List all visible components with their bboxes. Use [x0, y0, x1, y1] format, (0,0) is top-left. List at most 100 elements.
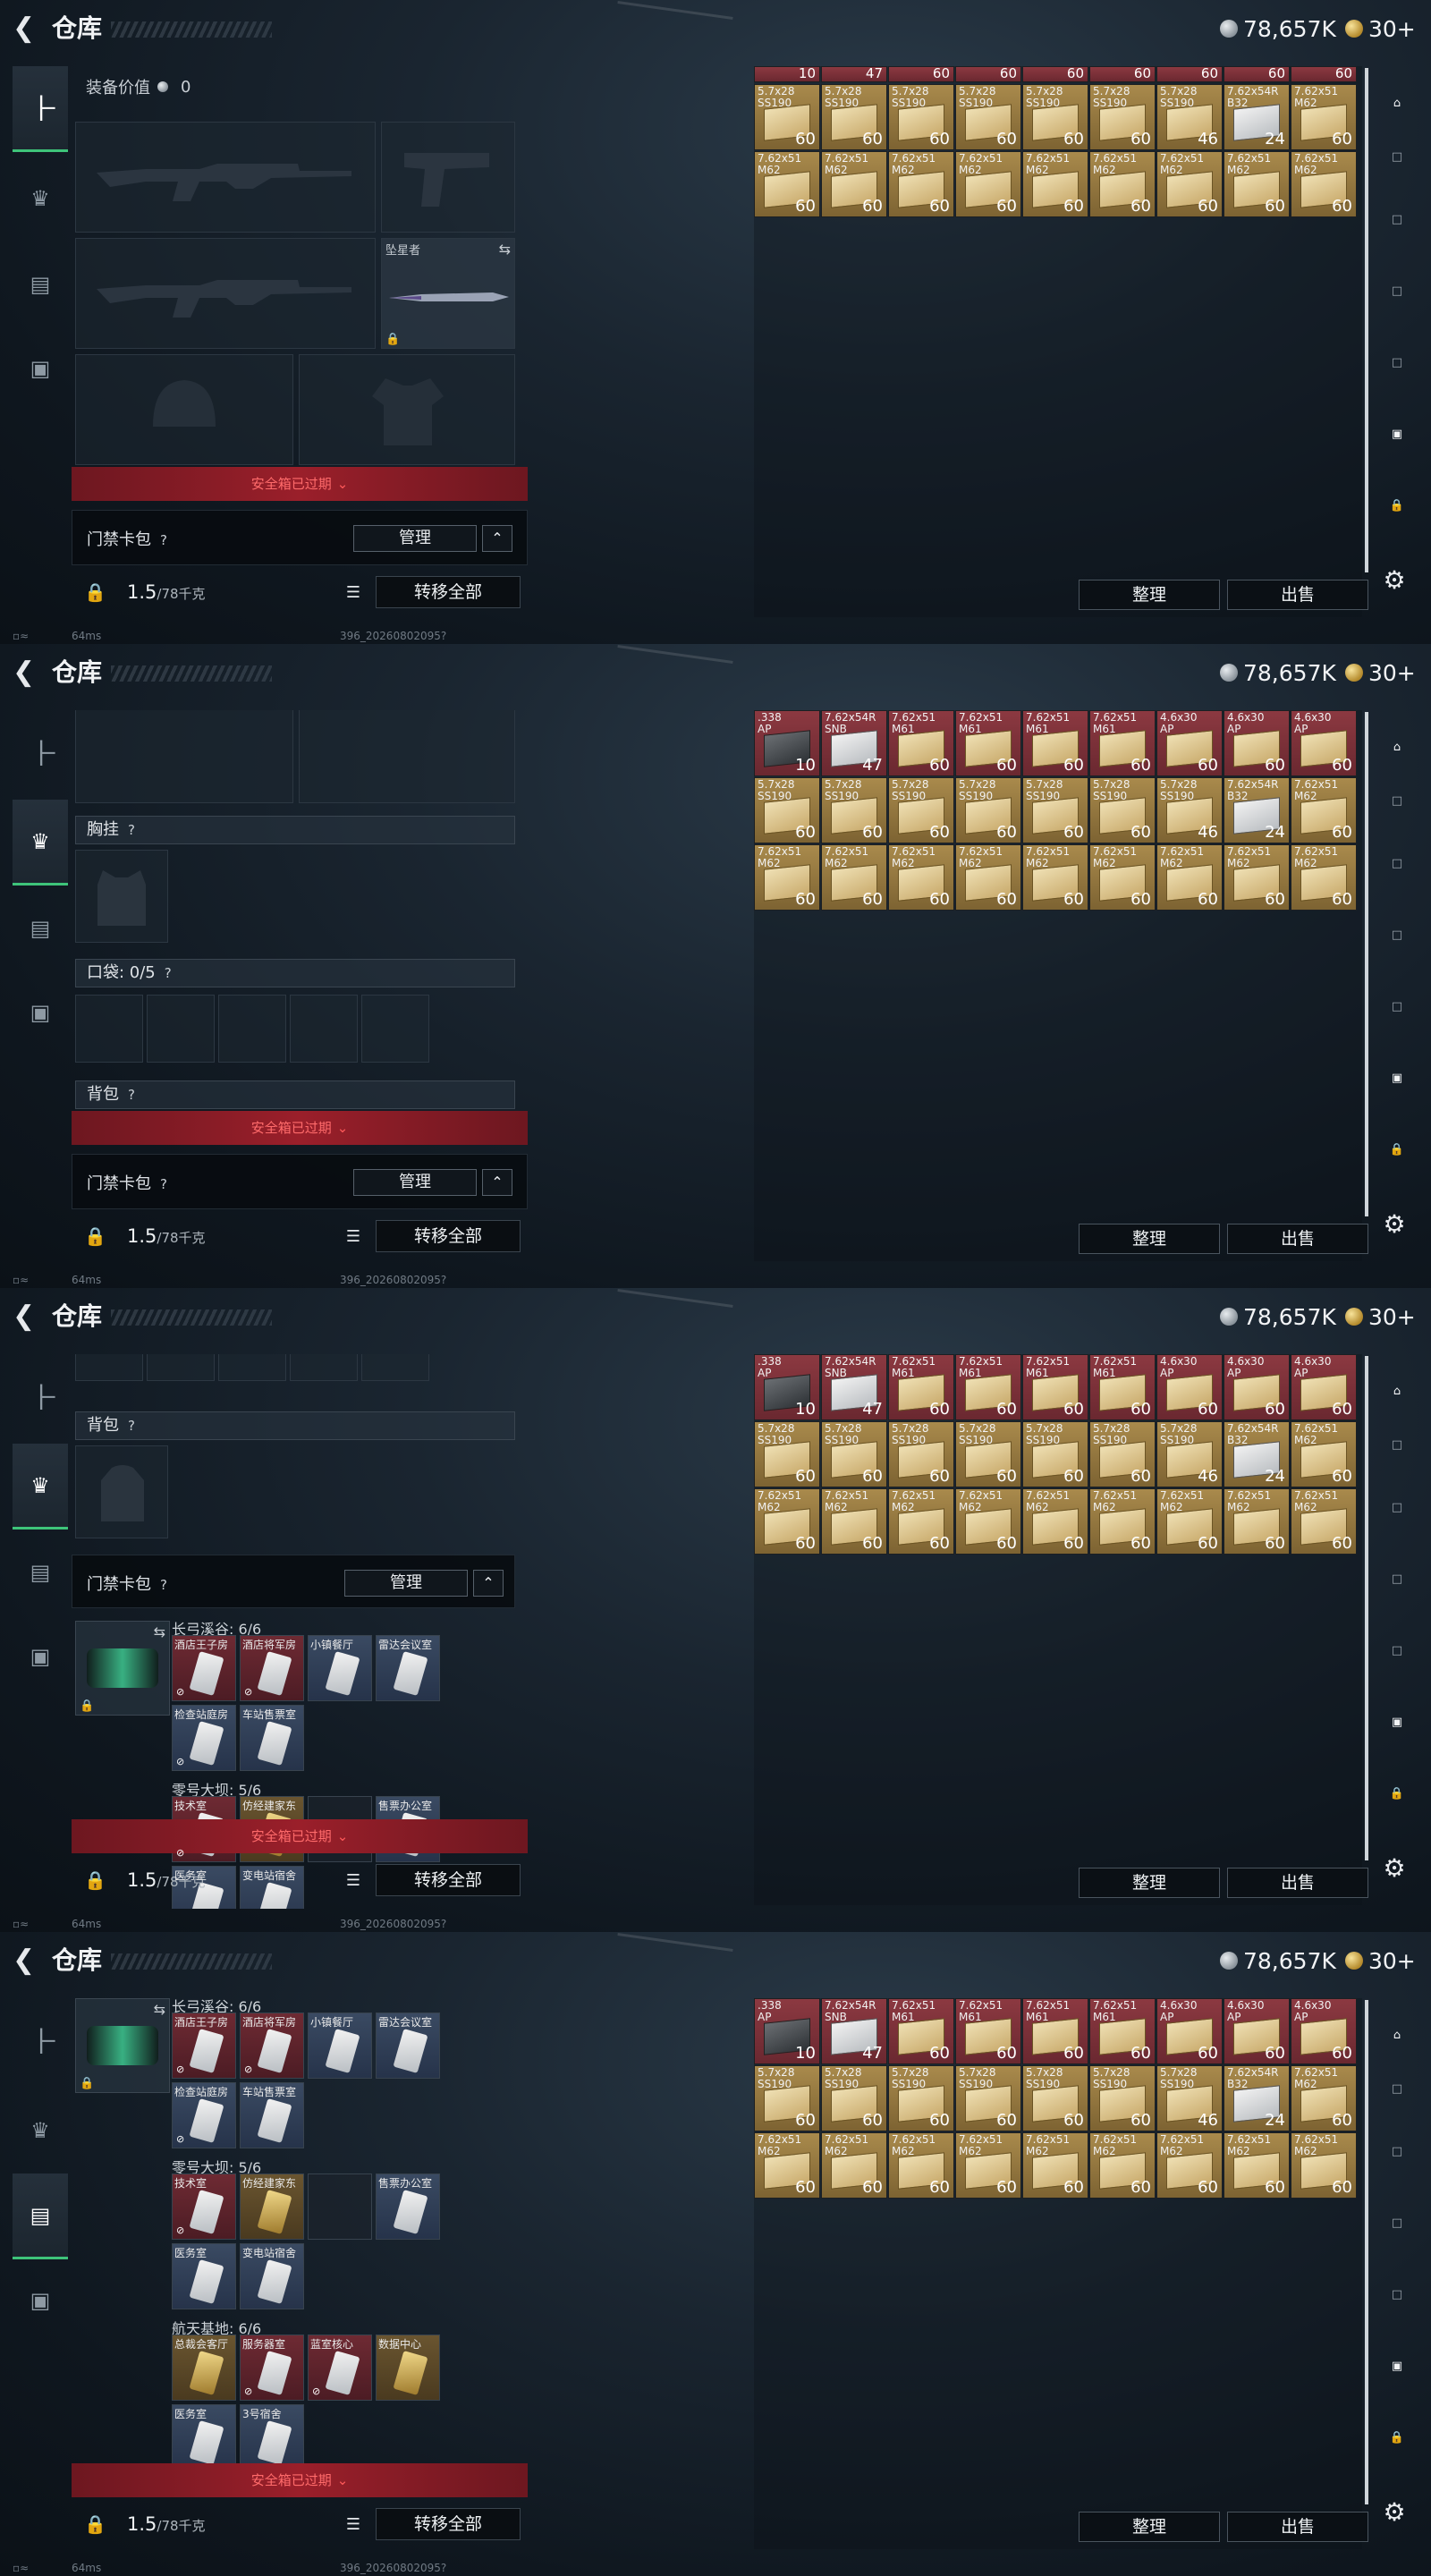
rail-page-icon[interactable]: □: [1379, 2134, 1415, 2170]
chevron-up-icon[interactable]: ⌃: [482, 525, 512, 552]
storage-item[interactable]: 4.6x30 AP 60: [1291, 1354, 1357, 1420]
transfer-all-button[interactable]: 转移全部: [376, 1864, 521, 1896]
rail-page-icon[interactable]: □: [1379, 202, 1415, 238]
storage-item[interactable]: 7.62x51 M61 60: [1022, 710, 1088, 776]
rail-lock-icon[interactable]: 🔒: [1379, 488, 1415, 524]
secondary-weapon-slot[interactable]: [75, 238, 376, 349]
keycard-item[interactable]: 酒店将军房 ⊘: [240, 2012, 304, 2079]
keycard-item[interactable]: 售票办公室: [376, 2174, 440, 2240]
storage-item[interactable]: 7.62x51 M62 60: [1022, 844, 1088, 911]
storage-item[interactable]: 7.62x51 M62 60: [821, 1488, 887, 1555]
rail-lock-icon[interactable]: 🔒: [1379, 1132, 1415, 1168]
storage-item[interactable]: 7.62x54R SNB 47: [821, 710, 887, 776]
keycard-item[interactable]: 技术室 ⊘: [172, 2174, 236, 2240]
storage-item[interactable]: 60: [1089, 66, 1156, 82]
storage-item[interactable]: 7.62x54R B32 24: [1224, 2065, 1290, 2131]
storage-item[interactable]: 7.62x51 M62 60: [1156, 2132, 1223, 2199]
storage-item[interactable]: 7.62x51 M62 60: [1089, 1488, 1156, 1555]
rail-home-icon[interactable]: ⌂: [1379, 86, 1415, 122]
storage-item[interactable]: 7.62x51 M62 60: [888, 844, 954, 911]
pocket-slot[interactable]: [361, 995, 429, 1063]
silver-currency[interactable]: 78,657K: [1220, 1301, 1336, 1333]
storage-item[interactable]: 7.62x54R B32 24: [1224, 84, 1290, 150]
storage-item[interactable]: 7.62x51 M62 60: [888, 151, 954, 217]
safe-box-expired-banner[interactable]: 安全箱已过期 ⌄: [72, 1819, 528, 1853]
gear-icon[interactable]: ⚙: [1379, 565, 1410, 596]
storage-item[interactable]: 7.62x51 M62 60: [1291, 84, 1357, 150]
tab-keycards[interactable]: ▤: [13, 242, 68, 327]
tab-weapons[interactable]: ▕─: [13, 710, 68, 796]
storage-item[interactable]: 7.62x51 M62 60: [1291, 2132, 1357, 2199]
rail-page-icon[interactable]: □: [1379, 1633, 1415, 1669]
sell-button[interactable]: 出售: [1227, 580, 1368, 610]
rail-page-icon[interactable]: □: [1379, 2072, 1415, 2107]
storage-item[interactable]: 5.7x28 SS190 60: [821, 84, 887, 150]
storage-item[interactable]: 7.62x51 M62 60: [1156, 844, 1223, 911]
tab-armor[interactable]: ♛: [13, 800, 68, 886]
safe-box-expired-banner[interactable]: 安全箱已过期 ⌄: [72, 2463, 528, 2497]
pocket-slot[interactable]: [147, 995, 215, 1063]
pocket-slot[interactable]: [218, 995, 286, 1063]
keycard-item[interactable]: 酒店将军房 ⊘: [240, 1635, 304, 1701]
storage-item[interactable]: 7.62x51 M62 60: [888, 2132, 954, 2199]
storage-item[interactable]: 7.62x51 M61 60: [888, 1998, 954, 2064]
storage-item[interactable]: 7.62x51 M61 60: [888, 1354, 954, 1420]
rail-page-icon[interactable]: □: [1379, 1562, 1415, 1597]
storage-item[interactable]: 7.62x51 M61 60: [888, 710, 954, 776]
list-icon[interactable]: ☰: [340, 580, 367, 606]
sort-button[interactable]: 整理: [1079, 580, 1220, 610]
storage-item[interactable]: 7.62x51 M62 60: [821, 151, 887, 217]
storage-scrollbar[interactable]: [1365, 712, 1368, 1216]
rail-page-icon[interactable]: ▣: [1379, 1705, 1415, 1741]
safe-box-expired-banner[interactable]: 安全箱已过期 ⌄: [72, 1111, 528, 1145]
sort-button[interactable]: 整理: [1079, 1868, 1220, 1898]
storage-item[interactable]: 5.7x28 SS190 60: [754, 1421, 820, 1487]
storage-item[interactable]: 7.62x51 M62 60: [1156, 151, 1223, 217]
keycard-item[interactable]: 雷达会议室: [376, 2012, 440, 2079]
keycard-item[interactable]: 小镇餐厅: [308, 2012, 372, 2079]
rail-page-icon[interactable]: □: [1379, 274, 1415, 309]
storage-item[interactable]: 7.62x51 M62 60: [1291, 2065, 1357, 2131]
gear-icon[interactable]: ⚙: [1379, 1209, 1410, 1240]
storage-item[interactable]: 7.62x51 M61 60: [1089, 710, 1156, 776]
storage-item[interactable]: 7.62x51 M61 60: [955, 710, 1021, 776]
storage-item[interactable]: 7.62x51 M62 60: [1224, 844, 1290, 911]
sort-button[interactable]: 整理: [1079, 2512, 1220, 2542]
tab-armor[interactable]: ♛: [13, 2088, 68, 2174]
storage-item[interactable]: 60: [888, 66, 954, 82]
keycard-item[interactable]: 医务室: [172, 2404, 236, 2470]
rail-page-icon[interactable]: ▣: [1379, 1061, 1415, 1097]
lock-icon[interactable]: 🔒: [84, 581, 106, 603]
storage-item[interactable]: 7.62x51 M62 60: [1291, 151, 1357, 217]
pocket-slot[interactable]: [75, 995, 143, 1063]
storage-item[interactable]: 5.7x28 SS190 60: [754, 777, 820, 843]
storage-item[interactable]: 5.7x28 SS190 60: [754, 84, 820, 150]
chevron-up-icon[interactable]: ⌃: [482, 1169, 512, 1196]
storage-item[interactable]: 7.62x51 M62 60: [888, 1488, 954, 1555]
storage-item[interactable]: .338 AP 10: [754, 710, 820, 776]
storage-item[interactable]: 60: [1022, 66, 1088, 82]
keycard-holder[interactable]: ⇆ 🔒: [75, 1998, 170, 2093]
keycard-item[interactable]: 仿经建家东: [240, 2174, 304, 2240]
rail-page-icon[interactable]: □: [1379, 345, 1415, 381]
helmet-slot[interactable]: [75, 354, 293, 465]
help-icon[interactable]: ?: [160, 532, 167, 548]
list-icon[interactable]: ☰: [340, 1868, 367, 1894]
gear-icon[interactable]: ⚙: [1379, 2497, 1410, 2528]
silver-currency[interactable]: 78,657K: [1220, 657, 1336, 689]
tab-bag[interactable]: ▣: [13, 970, 68, 1055]
storage-item[interactable]: 7.62x51 M62 60: [1291, 844, 1357, 911]
rail-home-icon[interactable]: ⌂: [1379, 730, 1415, 766]
storage-item[interactable]: 7.62x51 M62 60: [955, 2132, 1021, 2199]
keycard-item[interactable]: 变电站宿舍: [240, 2243, 304, 2309]
storage-item[interactable]: 5.7x28 SS190 60: [955, 777, 1021, 843]
storage-item[interactable]: 5.7x28 SS190 60: [955, 84, 1021, 150]
storage-scrollbar[interactable]: [1365, 1356, 1368, 1860]
storage-item[interactable]: 47: [821, 66, 887, 82]
rail-page-icon[interactable]: □: [1379, 140, 1415, 175]
pocket-slot[interactable]: [147, 1354, 215, 1381]
manage-button[interactable]: 管理: [344, 1570, 468, 1597]
storage-item[interactable]: 4.6x30 AP 60: [1224, 1998, 1290, 2064]
back-arrow-icon[interactable]: ❮: [13, 657, 38, 689]
storage-item[interactable]: 7.62x51 M62 60: [1022, 2132, 1088, 2199]
